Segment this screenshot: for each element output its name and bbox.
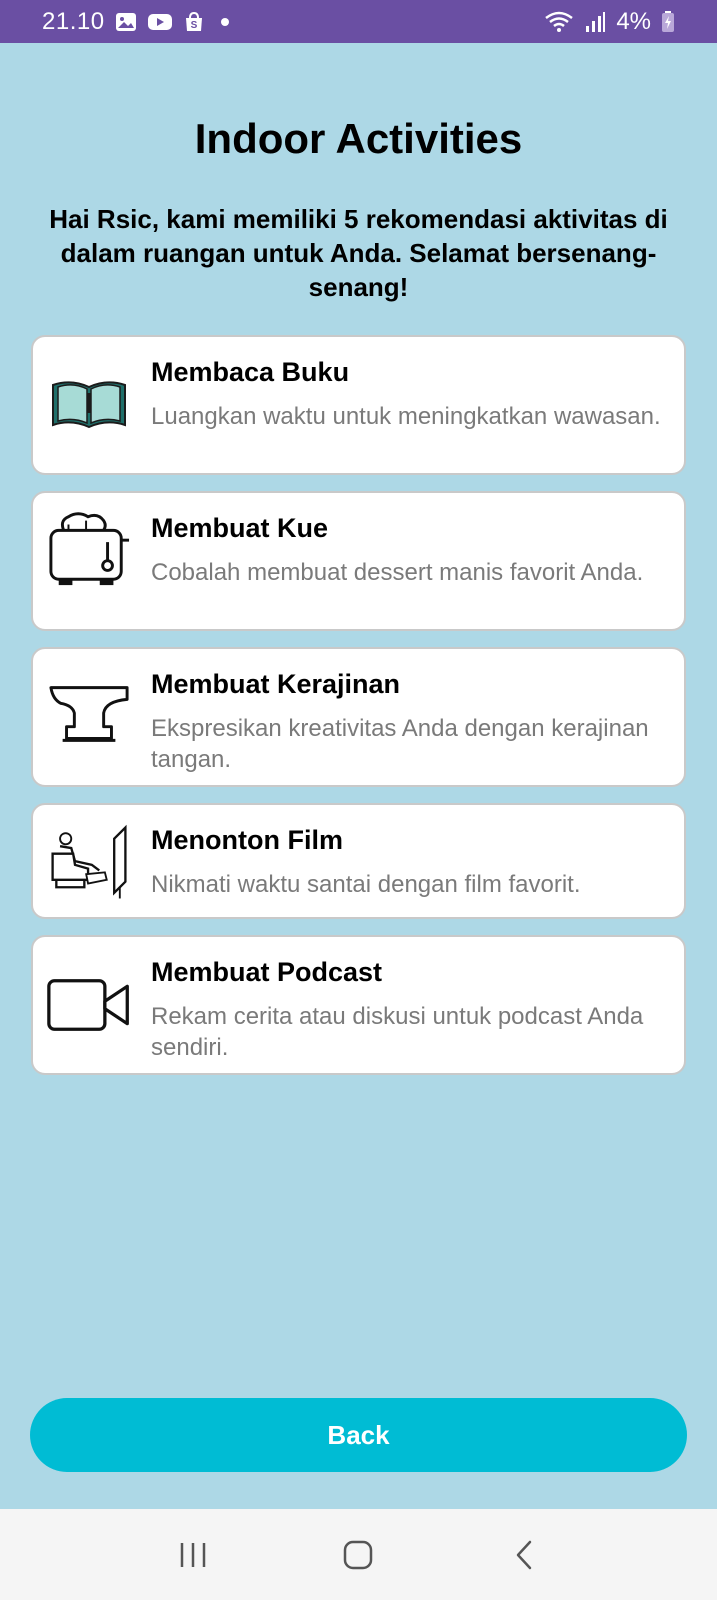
- wifi-icon: [544, 10, 574, 34]
- battery-percent: 4%: [616, 7, 651, 35]
- activity-title: Membuat Kue: [151, 513, 329, 543]
- activity-title: Membuat Kerajinan: [151, 669, 401, 699]
- activity-description: Ekspresikan kreativitas Anda dengan kera…: [151, 715, 649, 774]
- anvil-icon: [47, 673, 131, 757]
- svg-text:S: S: [190, 20, 197, 31]
- activity-title: Membuat Podcast: [151, 957, 383, 987]
- activity-card-menonton-film[interactable]: Menonton Film Nikmati waktu santai denga…: [31, 803, 686, 919]
- book-icon: [47, 363, 131, 447]
- page-title: Indoor Activities: [194, 115, 523, 162]
- battery-icon: [661, 10, 675, 33]
- video-camera-icon: [47, 963, 131, 1047]
- system-nav-bar: [0, 1509, 717, 1600]
- main-content: Indoor Activities Hai Rsic, kami memilik…: [0, 43, 717, 1509]
- home-icon[interactable]: [328, 1525, 388, 1585]
- back-button[interactable]: Back: [30, 1398, 687, 1472]
- activity-card-membuat-podcast[interactable]: Membuat Podcast Rekam cerita atau diskus…: [31, 935, 686, 1075]
- page-subtitle: Hai Rsic, kami memiliki 5 rekomendasi ak…: [49, 204, 668, 302]
- movie-watching-icon: [47, 821, 131, 905]
- activity-description: Nikmati waktu santai dengan film favorit…: [151, 871, 581, 898]
- activity-description: Cobalah membuat dessert manis favorit An…: [151, 559, 644, 586]
- toaster-icon: [47, 505, 131, 589]
- activity-card-membuat-kerajinan[interactable]: Membuat Kerajinan Ekspresikan kreativita…: [31, 647, 686, 787]
- signal-icon: [584, 11, 606, 33]
- activity-card-membaca-buku[interactable]: Membaca Buku Luangkan waktu untuk mening…: [31, 335, 686, 475]
- activity-title: Menonton Film: [151, 825, 343, 855]
- shopee-icon: S: [183, 11, 205, 33]
- gallery-icon: [115, 12, 137, 32]
- status-bar: 21.10 S 4%: [0, 0, 717, 43]
- back-nav-icon[interactable]: [494, 1525, 554, 1585]
- recent-apps-icon[interactable]: [163, 1525, 223, 1585]
- activity-card-membuat-kue[interactable]: Membuat Kue Cobalah membuat dessert mani…: [31, 491, 686, 631]
- activity-title: Membaca Buku: [151, 357, 350, 387]
- activity-description: Luangkan waktu untuk meningkatkan wawasa…: [151, 403, 661, 430]
- status-time: 21.10: [42, 7, 105, 35]
- youtube-icon: [147, 12, 173, 32]
- notification-dot-icon: [220, 17, 229, 26]
- activity-description: Rekam cerita atau diskusi untuk podcast …: [151, 1003, 644, 1062]
